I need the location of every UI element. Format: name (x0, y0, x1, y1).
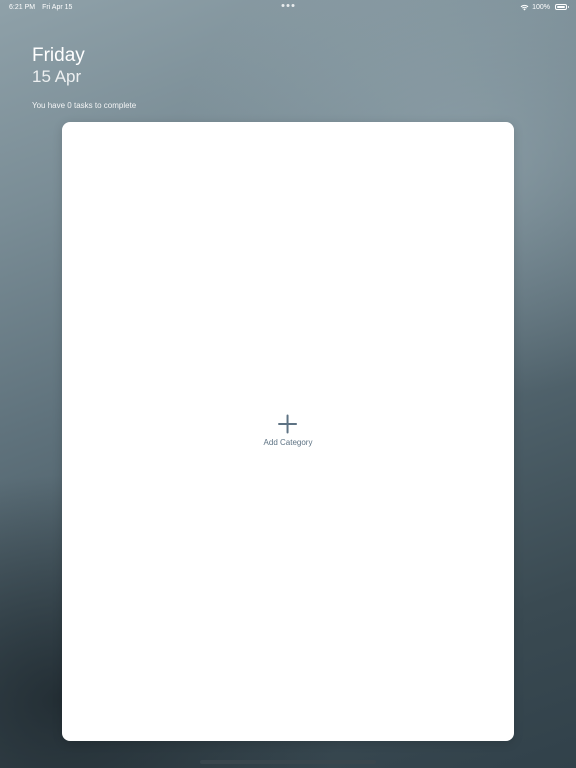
categories-card: Add Category (62, 122, 514, 741)
status-bar: 6:21 PM Fri Apr 15 100% (0, 0, 576, 14)
battery-percent: 100% (532, 3, 550, 11)
status-date: Fri Apr 15 (42, 3, 73, 11)
status-right: 100% (520, 3, 569, 11)
more-dots-icon[interactable] (281, 4, 295, 7)
tasks-summary: You have 0 tasks to complete (32, 101, 137, 110)
status-left: 6:21 PM Fri Apr 15 (9, 4, 72, 11)
wifi-icon (520, 4, 529, 10)
plus-icon (278, 414, 298, 434)
battery-icon (555, 4, 569, 10)
day-name: Friday (32, 45, 85, 66)
status-time: 6:21 PM (9, 3, 36, 11)
header: Friday 15 Apr You have 0 tasks to comple… (32, 44, 136, 110)
home-indicator[interactable] (200, 760, 376, 764)
add-category-button[interactable]: Add Category (263, 414, 313, 447)
add-category-label: Add Category (263, 438, 313, 447)
date-label: 15 Apr (32, 67, 82, 86)
